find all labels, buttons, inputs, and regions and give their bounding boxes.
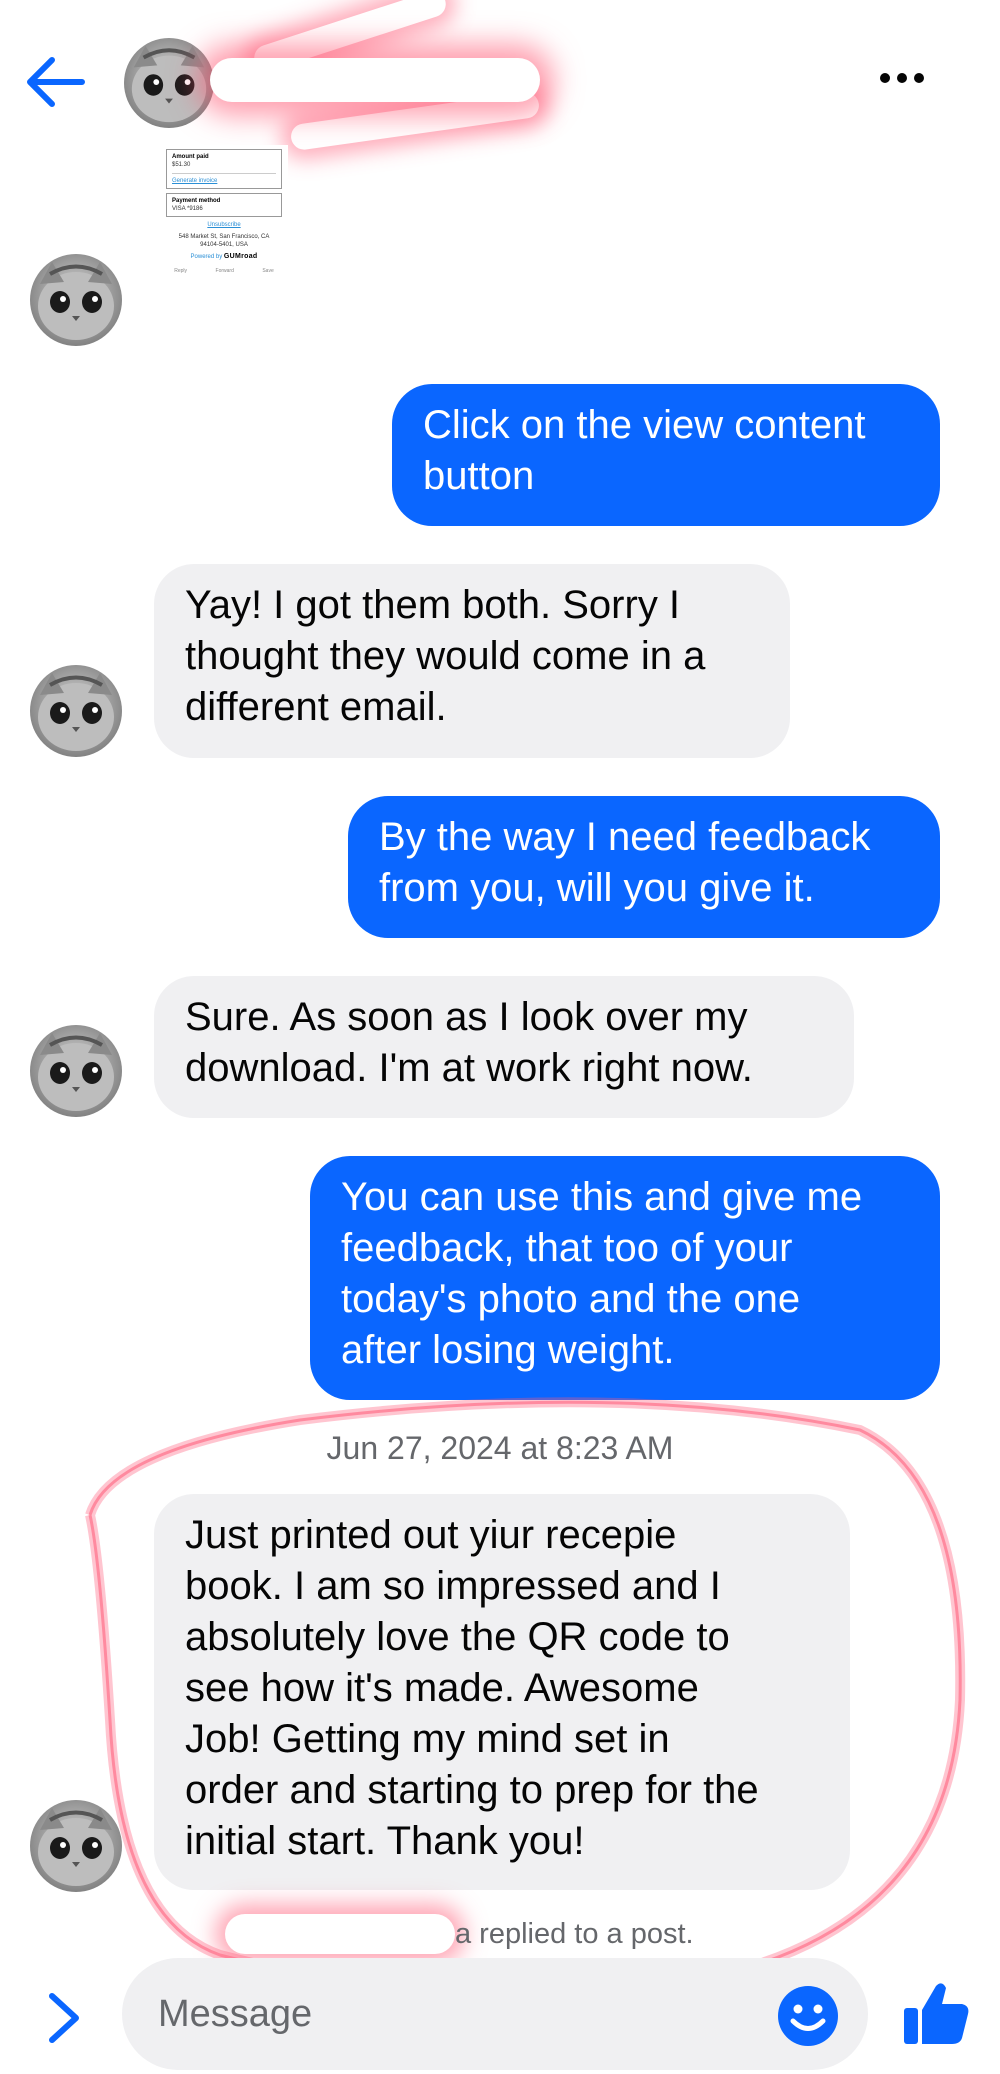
- message-bubble-incoming[interactable]: Yay! I got them both. Sorry I thought th…: [154, 564, 790, 758]
- message-bubble-outgoing[interactable]: Click on the view content button: [392, 384, 940, 526]
- message-bubble-incoming[interactable]: Sure. As soon as I look over my download…: [154, 976, 854, 1118]
- payment-label: Payment method: [172, 198, 221, 204]
- reply-label: Reply: [174, 268, 188, 274]
- payment-value: VISA *9186: [172, 206, 203, 212]
- sender-avatar[interactable]: [30, 254, 122, 346]
- sender-avatar[interactable]: [30, 665, 122, 757]
- chevron-right-icon[interactable]: [44, 1990, 84, 2046]
- thumbs-up-icon[interactable]: [900, 1976, 972, 2048]
- unsubscribe-link: Unsubscribe: [207, 222, 241, 228]
- back-arrow-icon[interactable]: [22, 52, 88, 112]
- powered-by: Powered by: [190, 254, 223, 260]
- message-bubble-outgoing[interactable]: You can use this and give me feedback, t…: [310, 1156, 940, 1400]
- gumroad-logo: GUMroad: [223, 253, 258, 260]
- message-bubble-outgoing[interactable]: By the way I need feedback from you, wil…: [348, 796, 940, 938]
- message-input[interactable]: [122, 1958, 868, 2070]
- amount-value: $51.30: [172, 162, 191, 168]
- invoice-link: Generate invoice: [172, 173, 276, 185]
- amount-label: Amount paid: [172, 154, 209, 160]
- message-timestamp: Jun 27, 2024 at 8:23 AM: [326, 1430, 674, 1466]
- contact-name-redacted[interactable]: [210, 58, 540, 102]
- save-label: Save: [262, 268, 274, 274]
- address-line: 94104-5401, USA: [200, 242, 248, 248]
- receipt-image[interactable]: Amount paid $51.30 Generate invoice Paym…: [160, 145, 288, 345]
- address-line: 548 Market St, San Francisco, CA: [178, 234, 270, 240]
- redaction-mark: [225, 1914, 455, 1954]
- message-bubble-incoming[interactable]: Just printed out yiur recepie book. I am…: [154, 1494, 850, 1890]
- forward-label: Forward: [215, 268, 234, 274]
- sender-avatar[interactable]: [30, 1025, 122, 1117]
- emoji-icon[interactable]: [776, 1984, 840, 2048]
- sender-avatar[interactable]: [30, 1800, 122, 1892]
- replied-to-post-note: a replied to a post.: [455, 1918, 694, 1950]
- more-options-icon[interactable]: [880, 70, 936, 94]
- contact-avatar[interactable]: [124, 38, 214, 128]
